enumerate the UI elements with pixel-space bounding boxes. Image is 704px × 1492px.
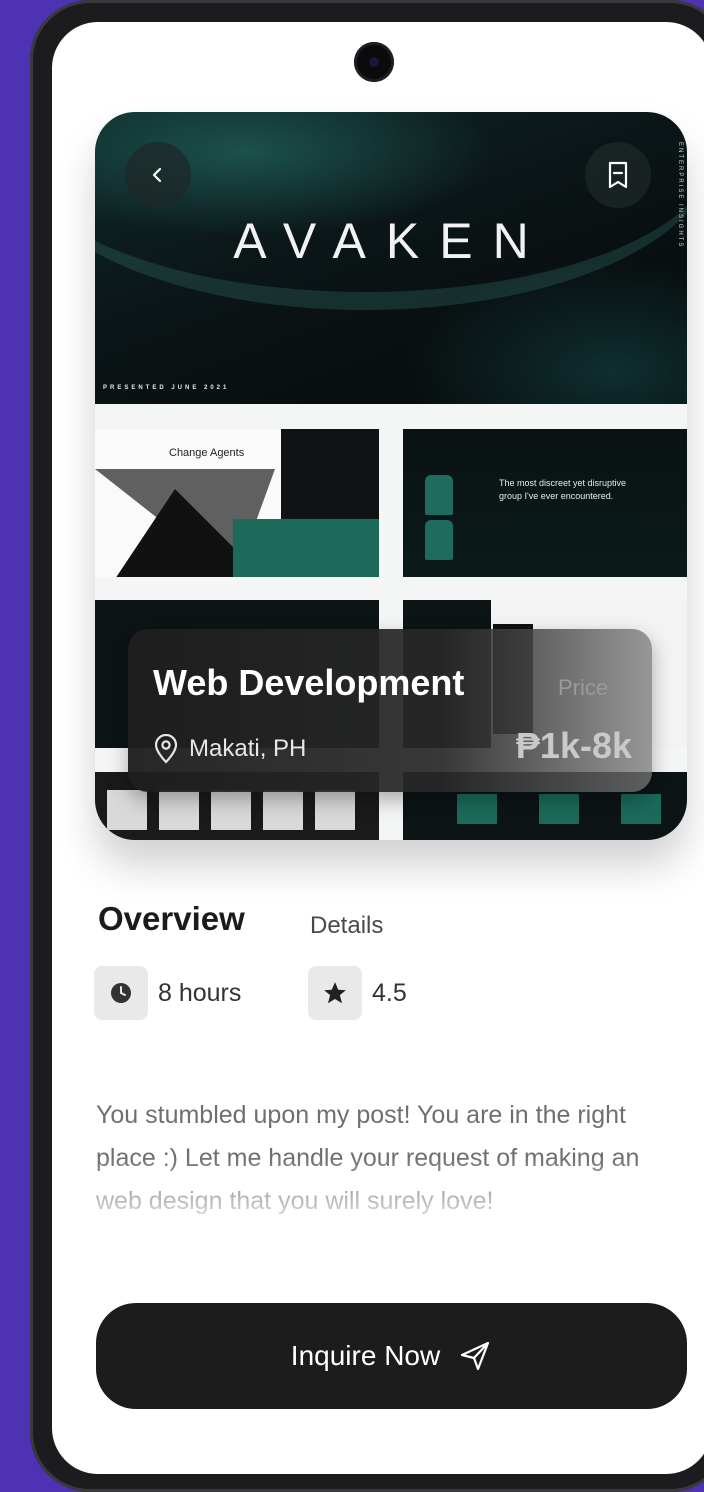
- star-icon: [308, 966, 362, 1020]
- duration-text: 8 hours: [158, 978, 242, 1007]
- price-label: Price: [558, 675, 609, 700]
- rating-info: 4.5: [308, 966, 407, 1020]
- clock-icon: [94, 966, 148, 1020]
- slide-panel: [621, 794, 661, 824]
- service-info-card: Web Development Price Makati, PH ₱1k-8k: [128, 629, 652, 792]
- front-camera: [354, 42, 394, 82]
- tab-details[interactable]: Details: [310, 912, 383, 940]
- slide-panel: [281, 429, 379, 519]
- duration-info: 8 hours: [94, 966, 241, 1020]
- service-title: Web Development: [153, 662, 465, 703]
- thumbnail-slide: Change Agents: [95, 429, 379, 577]
- slide-panel: [233, 519, 379, 577]
- thumbnail-title: Change Agents: [169, 447, 245, 459]
- tab-overview[interactable]: Overview: [98, 900, 245, 938]
- send-icon: [461, 1341, 490, 1371]
- decorative-curve: [95, 112, 687, 310]
- back-button[interactable]: [125, 142, 191, 208]
- portrait-photo: [315, 790, 355, 830]
- portrait-photo: [211, 790, 251, 830]
- inquire-button-label: Inquire Now: [290, 1340, 441, 1371]
- slide-panel: [457, 794, 497, 824]
- slide-presented-text: PRESENTED JUNE 2021: [103, 385, 230, 391]
- chevron-left-icon: [152, 167, 162, 183]
- price-value: ₱1k-8k: [515, 725, 632, 766]
- inquire-now-button[interactable]: Inquire Now: [96, 1303, 687, 1409]
- portrait-photo: [159, 790, 199, 830]
- location-text: Makati, PH: [189, 735, 307, 762]
- location-pin-icon: [154, 734, 178, 764]
- portrait-photo: [263, 790, 303, 830]
- rating-text: 4.5: [372, 978, 407, 1007]
- portrait-photo: [107, 790, 147, 830]
- service-description: You stumbled upon my post! You are in th…: [96, 1101, 640, 1215]
- bookmark-button[interactable]: [585, 142, 651, 208]
- slide-vertical-text: ENTERPRISE INSIGHTS: [677, 142, 683, 249]
- quote-mark-icon: [425, 475, 495, 560]
- slide-panel: [539, 794, 579, 824]
- thumbnail-slide: The most discreet yet disruptive group I…: [403, 429, 687, 577]
- location: Makati, PH: [153, 734, 306, 764]
- thumbnail-quote: The most discreet yet disruptive group I…: [499, 478, 627, 501]
- bookmark-icon: [608, 161, 628, 189]
- slide-brand-text: AVAKEN: [233, 213, 549, 269]
